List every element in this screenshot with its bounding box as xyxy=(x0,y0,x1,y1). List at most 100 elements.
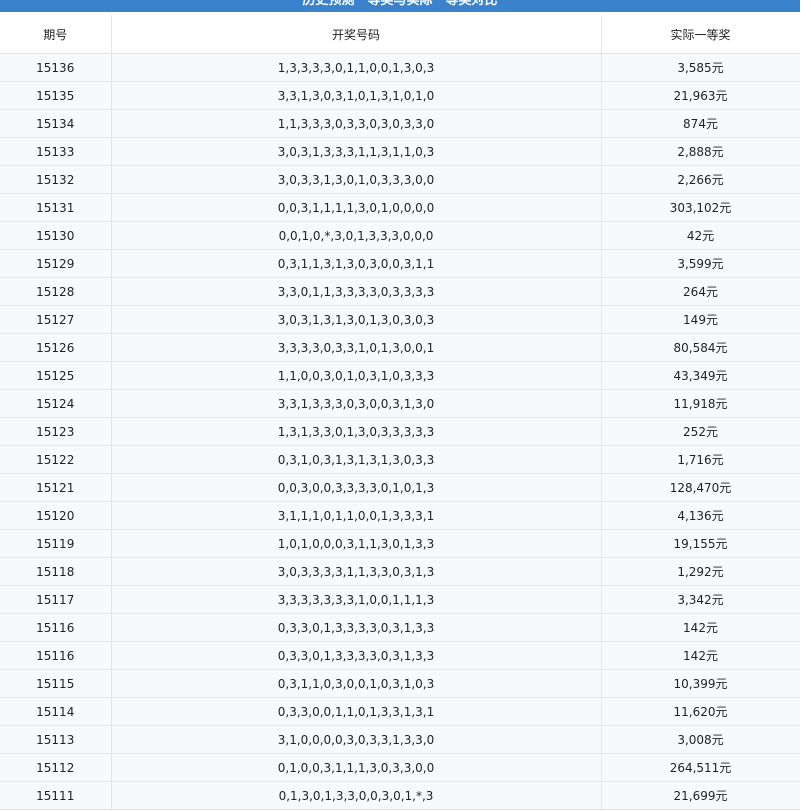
table-row: 15125 1,1,0,0,3,0,1,0,3,1,0,3,3,3 43,349元 xyxy=(0,361,801,390)
table-row: 15132 3,0,3,3,1,3,0,1,0,3,3,3,0,0 2,266元 xyxy=(0,165,801,194)
table-row: 15126 3,3,3,3,0,3,3,1,0,1,3,0,0,1 80,584元 xyxy=(0,333,801,362)
issue-number-cell: 15111 xyxy=(0,781,112,810)
prize-amount-cell: 3,008元 xyxy=(601,725,801,754)
issue-number-cell: 15134 xyxy=(0,109,112,138)
table-row: 15120 3,1,1,1,0,1,1,0,0,1,3,3,3,1 4,136元 xyxy=(0,501,801,530)
prize-amount-cell: 10,399元 xyxy=(601,669,801,698)
prize-amount-cell: 128,470元 xyxy=(601,473,801,502)
issue-number-cell: 15129 xyxy=(0,249,112,278)
prize-amount-cell: 264,511元 xyxy=(601,753,801,782)
prize-amount-cell: 3,599元 xyxy=(601,249,801,278)
prize-amount-cell: 2,266元 xyxy=(601,165,801,194)
draw-numbers-cell: 1,3,1,3,3,0,1,3,0,3,3,3,3,3 xyxy=(111,417,602,446)
draw-numbers-cell: 0,0,3,1,1,1,1,3,0,1,0,0,0,0 xyxy=(111,193,602,222)
draw-numbers-cell: 3,3,1,3,0,3,1,0,1,3,1,0,1,0 xyxy=(111,81,602,110)
draw-numbers-cell: 0,3,1,0,3,1,3,1,3,1,3,0,3,3 xyxy=(111,445,602,474)
table-row: 15127 3,0,3,1,3,1,3,0,1,3,0,3,0,3 149元 xyxy=(0,305,801,334)
table-row: 15124 3,3,1,3,3,3,0,3,0,0,3,1,3,0 11,918元 xyxy=(0,389,801,418)
prize-amount-cell: 43,349元 xyxy=(601,361,801,390)
prize-amount-cell: 3,585元 xyxy=(601,53,801,82)
table-row: 15129 0,3,1,1,3,1,3,0,3,0,0,3,1,1 3,599元 xyxy=(0,249,801,278)
issue-number-cell: 15115 xyxy=(0,669,112,698)
prize-amount-cell: 252元 xyxy=(601,417,801,446)
issue-number-cell: 15116 xyxy=(0,641,112,670)
issue-number-cell: 15116 xyxy=(0,613,112,642)
issue-number-cell: 15112 xyxy=(0,753,112,782)
issue-number-cell: 15122 xyxy=(0,445,112,474)
issue-number-cell: 15120 xyxy=(0,501,112,530)
issue-number-cell: 15125 xyxy=(0,361,112,390)
draw-numbers-cell: 1,0,1,0,0,0,3,1,1,3,0,1,3,3 xyxy=(111,529,602,558)
draw-numbers-cell: 3,3,1,3,3,3,0,3,0,0,3,1,3,0 xyxy=(111,389,602,418)
prize-amount-cell: 874元 xyxy=(601,109,801,138)
draw-numbers-cell: 3,3,3,3,3,3,3,1,0,0,1,1,1,3 xyxy=(111,585,602,614)
prize-amount-cell: 264元 xyxy=(601,277,801,306)
draw-numbers-cell: 0,3,1,1,3,1,3,0,3,0,0,3,1,1 xyxy=(111,249,602,278)
table-row: 15115 0,3,1,1,0,3,0,0,1,0,3,1,0,3 10,399元 xyxy=(0,669,801,698)
results-table: 期号 开奖号码 实际一等奖 15136 1,3,3,3,3,0,1,1,0,0,1… xyxy=(0,15,801,810)
page: 历史预测一等奖与实际一等奖对比 期号 开奖号码 实际一等奖 15136 1,3,3… xyxy=(0,0,811,811)
table-row: 15117 3,3,3,3,3,3,3,1,0,0,1,1,1,3 3,342元 xyxy=(0,585,801,614)
column-header-issue: 期号 xyxy=(0,15,112,54)
draw-numbers-cell: 1,1,0,0,3,0,1,0,3,1,0,3,3,3 xyxy=(111,361,602,390)
right-margin xyxy=(800,0,811,811)
draw-numbers-cell: 3,0,3,3,3,3,1,1,3,3,0,3,1,3 xyxy=(111,557,602,586)
header-row: 期号 开奖号码 实际一等奖 xyxy=(0,15,801,54)
issue-number-cell: 15123 xyxy=(0,417,112,446)
table-row: 15111 0,1,3,0,1,3,3,0,0,3,0,1,*,3 21,699元 xyxy=(0,781,801,810)
table-row: 15116 0,3,3,0,1,3,3,3,3,0,3,1,3,3 142元 xyxy=(0,613,801,642)
table-body: 15136 1,3,3,3,3,0,1,1,0,0,1,3,0,3 3,585元 15… xyxy=(0,53,801,810)
draw-numbers-cell: 0,0,1,0,*,3,0,1,3,3,3,0,0,0 xyxy=(111,221,602,250)
prize-amount-cell: 142元 xyxy=(601,613,801,642)
draw-numbers-cell: 0,3,3,0,0,1,1,0,1,3,3,1,3,1 xyxy=(111,697,602,726)
issue-number-cell: 15114 xyxy=(0,697,112,726)
prize-amount-cell: 80,584元 xyxy=(601,333,801,362)
table-row: 15118 3,0,3,3,3,3,1,1,3,3,0,3,1,3 1,292元 xyxy=(0,557,801,586)
prize-amount-cell: 11,620元 xyxy=(601,697,801,726)
prize-amount-cell: 2,888元 xyxy=(601,137,801,166)
draw-numbers-cell: 0,1,0,0,3,1,1,1,3,0,3,3,0,0 xyxy=(111,753,602,782)
prize-amount-cell: 19,155元 xyxy=(601,529,801,558)
draw-numbers-cell: 3,1,0,0,0,0,3,0,3,3,1,3,3,0 xyxy=(111,725,602,754)
issue-number-cell: 15127 xyxy=(0,305,112,334)
draw-numbers-cell: 1,3,3,3,3,0,1,1,0,0,1,3,0,3 xyxy=(111,53,602,82)
issue-number-cell: 15131 xyxy=(0,193,112,222)
column-header-prize: 实际一等奖 xyxy=(601,15,801,54)
table-title: 历史预测一等奖与实际一等奖对比 xyxy=(0,0,800,12)
issue-number-cell: 15136 xyxy=(0,53,112,82)
table-row: 15112 0,1,0,0,3,1,1,1,3,0,3,3,0,0 264,511元 xyxy=(0,753,801,782)
table-row: 15133 3,0,3,1,3,3,3,1,1,3,1,1,0,3 2,888元 xyxy=(0,137,801,166)
prize-amount-cell: 3,342元 xyxy=(601,585,801,614)
draw-numbers-cell: 0,1,3,0,1,3,3,0,0,3,0,1,*,3 xyxy=(111,781,602,810)
table-row: 15136 1,3,3,3,3,0,1,1,0,0,1,3,0,3 3,585元 xyxy=(0,53,801,82)
table-row: 15131 0,0,3,1,1,1,1,3,0,1,0,0,0,0 303,102元 xyxy=(0,193,801,222)
prize-amount-cell: 21,963元 xyxy=(601,81,801,110)
issue-number-cell: 15128 xyxy=(0,277,112,306)
prize-amount-cell: 21,699元 xyxy=(601,781,801,810)
issue-number-cell: 15124 xyxy=(0,389,112,418)
draw-numbers-cell: 0,3,3,0,1,3,3,3,3,0,3,1,3,3 xyxy=(111,641,602,670)
table-row: 15134 1,1,3,3,3,0,3,3,0,3,0,3,3,0 874元 xyxy=(0,109,801,138)
issue-number-cell: 15133 xyxy=(0,137,112,166)
table-row: 15128 3,3,0,1,1,3,3,3,3,0,3,3,3,3 264元 xyxy=(0,277,801,306)
draw-numbers-cell: 3,0,3,1,3,3,3,1,1,3,1,1,0,3 xyxy=(111,137,602,166)
issue-number-cell: 15126 xyxy=(0,333,112,362)
table-row: 15135 3,3,1,3,0,3,1,0,1,3,1,0,1,0 21,963元 xyxy=(0,81,801,110)
prize-amount-cell: 4,136元 xyxy=(601,501,801,530)
draw-numbers-cell: 3,3,3,3,0,3,3,1,0,1,3,0,0,1 xyxy=(111,333,602,362)
draw-numbers-cell: 0,3,1,1,0,3,0,0,1,0,3,1,0,3 xyxy=(111,669,602,698)
issue-number-cell: 15117 xyxy=(0,585,112,614)
table-row: 15130 0,0,1,0,*,3,0,1,3,3,3,0,0,0 42元 xyxy=(0,221,801,250)
draw-numbers-cell: 0,0,3,0,0,3,3,3,3,0,1,0,1,3 xyxy=(111,473,602,502)
table-row: 15122 0,3,1,0,3,1,3,1,3,1,3,0,3,3 1,716元 xyxy=(0,445,801,474)
draw-numbers-cell: 0,3,3,0,1,3,3,3,3,0,3,1,3,3 xyxy=(111,613,602,642)
table-row: 15123 1,3,1,3,3,0,1,3,0,3,3,3,3,3 252元 xyxy=(0,417,801,446)
prize-amount-cell: 142元 xyxy=(601,641,801,670)
table-row: 15113 3,1,0,0,0,0,3,0,3,3,1,3,3,0 3,008元 xyxy=(0,725,801,754)
issue-number-cell: 15119 xyxy=(0,529,112,558)
prize-amount-cell: 1,716元 xyxy=(601,445,801,474)
prize-amount-cell: 303,102元 xyxy=(601,193,801,222)
issue-number-cell: 15132 xyxy=(0,165,112,194)
prize-amount-cell: 11,918元 xyxy=(601,389,801,418)
column-header-numbers: 开奖号码 xyxy=(111,15,602,54)
